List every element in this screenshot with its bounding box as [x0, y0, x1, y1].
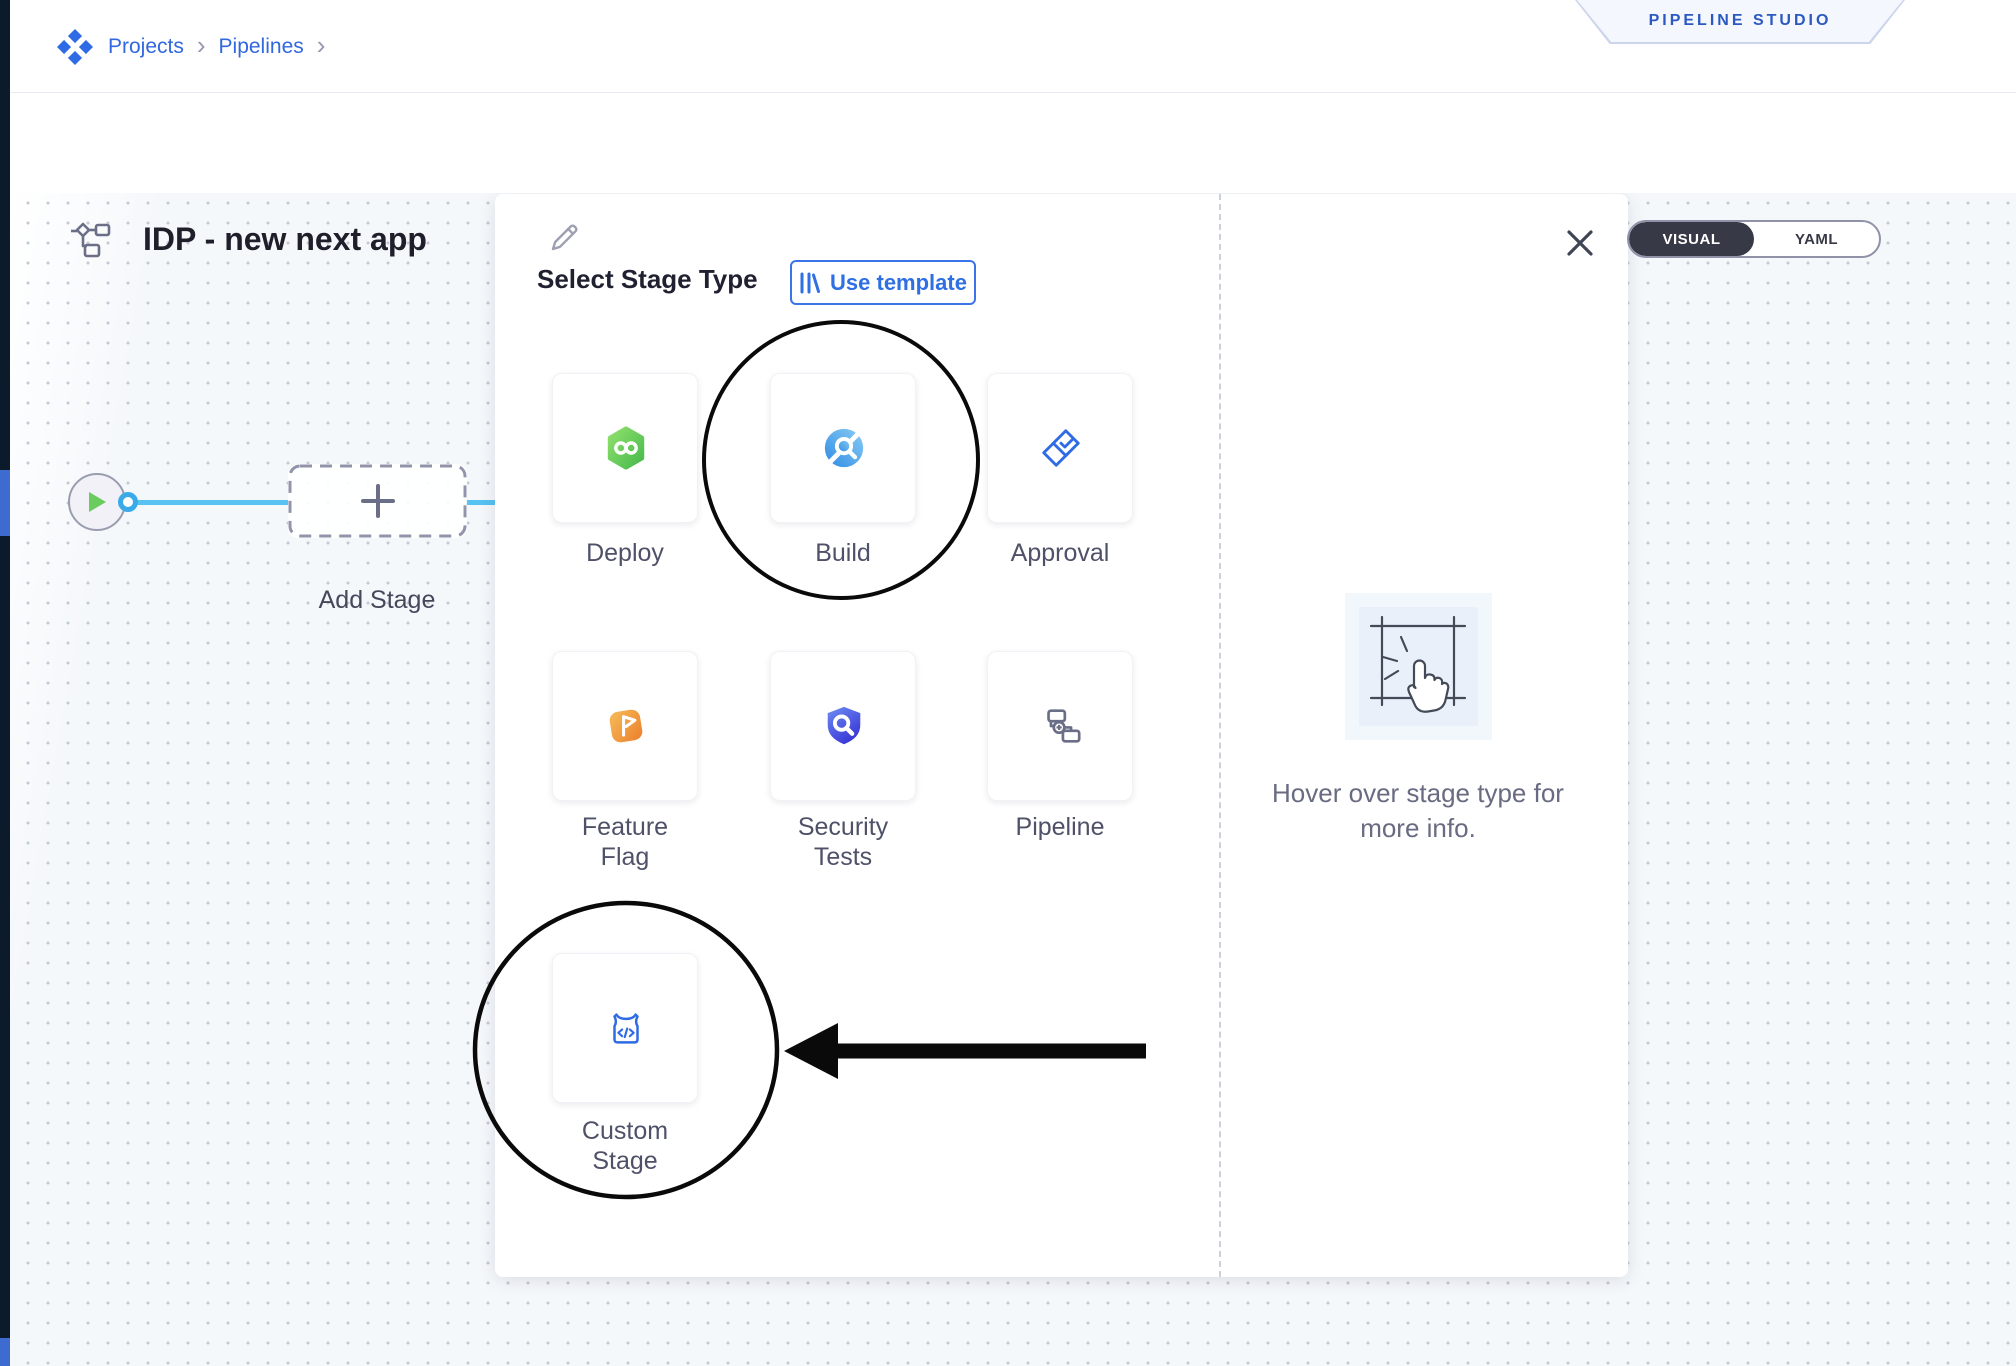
- rail-highlight: [0, 470, 10, 536]
- security-tests-icon: [821, 703, 867, 749]
- toggle-yaml[interactable]: YAML: [1754, 222, 1879, 256]
- build-ci-icon: [821, 425, 867, 471]
- template-library-icon: [799, 271, 821, 295]
- stage-card-pipeline[interactable]: [987, 651, 1133, 801]
- stage-label: Custom Stage: [575, 1116, 675, 1176]
- toggle-visual[interactable]: VISUAL: [1629, 222, 1754, 256]
- pipeline-studio-badge-label: PIPELINE STUDIO: [1649, 12, 1832, 30]
- view-mode-toggle: VISUAL YAML: [1627, 220, 1881, 258]
- deploy-cd-icon: [603, 425, 649, 471]
- breadcrumb-bar: Projects › Pipelines › PIPELINE STUDIO: [10, 0, 2016, 93]
- pipeline-icon: [1038, 703, 1084, 749]
- breadcrumb: Projects › Pipelines ›: [55, 0, 325, 93]
- stage-label: Feature Flag: [575, 812, 675, 872]
- select-stage-modal: Select Stage Type Use template: [495, 194, 1628, 1277]
- edit-pencil-icon[interactable]: [546, 219, 582, 255]
- chevron-right-icon: ›: [197, 32, 206, 62]
- harness-logo-icon[interactable]: [55, 27, 95, 67]
- use-template-label: Use template: [830, 270, 967, 296]
- chevron-right-icon: ›: [317, 32, 326, 62]
- stage-card-security-tests[interactable]: [770, 651, 916, 801]
- pipeline-studio-badge: PIPELINE STUDIO: [1575, 0, 1905, 44]
- add-stage-button[interactable]: [288, 464, 467, 538]
- stage-card-approval[interactable]: [987, 373, 1133, 523]
- custom-stage-icon: [603, 1005, 649, 1051]
- page-title: IDP - new next app: [143, 221, 427, 258]
- add-stage-label: Add Stage: [302, 586, 452, 615]
- feature-flag-icon: [603, 703, 649, 749]
- flow-line: [136, 500, 290, 505]
- stage-label: Deploy: [575, 538, 675, 568]
- approval-icon: [1038, 425, 1084, 471]
- stage-label: Build: [793, 538, 893, 568]
- pipeline-dag-icon: [68, 219, 114, 261]
- left-nav-rail: [0, 0, 10, 1366]
- stage-card-build[interactable]: [770, 373, 916, 523]
- hover-hint-text: Hover over stage type for more info.: [1253, 776, 1583, 846]
- close-icon[interactable]: [1565, 228, 1595, 258]
- stage-label: Approval: [1010, 538, 1110, 568]
- panel-divider: [1219, 194, 1221, 1277]
- stage-card-feature-flag[interactable]: [552, 651, 698, 801]
- stage-card-deploy[interactable]: [552, 373, 698, 523]
- connector-port-dot: [118, 492, 138, 512]
- stage-label: Pipeline: [1010, 812, 1110, 842]
- stage-card-custom-stage[interactable]: [552, 953, 698, 1103]
- breadcrumb-link-projects[interactable]: Projects: [108, 35, 184, 59]
- play-icon: [86, 490, 108, 514]
- stage-label: Security Tests: [793, 812, 893, 872]
- use-template-button[interactable]: Use template: [790, 260, 976, 305]
- pipeline-studio-page: Projects › Pipelines › PIPELINE STUDIO I…: [0, 0, 2016, 1366]
- rail-highlight-bottom: [0, 1338, 10, 1366]
- modal-title: Select Stage Type: [537, 264, 758, 295]
- breadcrumb-link-pipelines[interactable]: Pipelines: [219, 35, 304, 59]
- plus-icon: [359, 482, 397, 520]
- click-hand-illustration: [1345, 593, 1492, 740]
- title-bar: IDP - new next app VISUAL YAML: [10, 93, 2016, 193]
- flow-line: [466, 500, 498, 505]
